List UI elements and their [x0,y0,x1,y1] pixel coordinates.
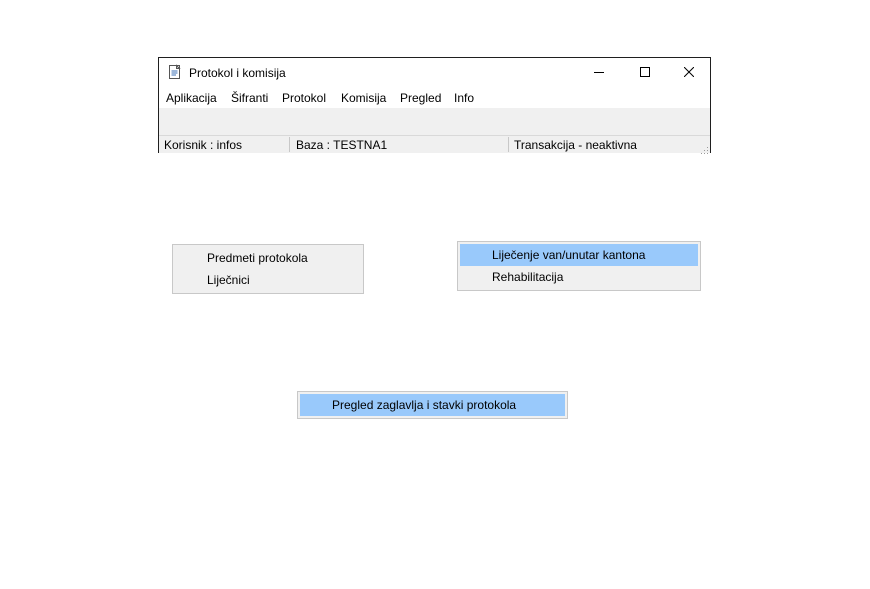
menu-komisija[interactable]: Komisija [341,91,386,105]
komisija-dropdown: Liječenje van/unutar kantona Rehabilitac… [457,241,701,291]
status-user: Korisnik : infos [164,138,243,152]
menu-bar: Aplikacija Šifranti Protokol Komisija Pr… [159,88,710,108]
minimize-button[interactable] [576,58,622,88]
app-icon [167,64,183,80]
status-divider [508,137,509,152]
menu-item-lijecnici[interactable]: Liječnici [175,269,361,291]
close-icon [683,66,695,80]
close-button[interactable] [666,58,712,88]
title-bar[interactable]: Protokol i komisija [159,58,710,88]
maximize-icon [640,66,650,80]
resize-grip-icon[interactable] [701,144,709,154]
menu-item-predmeti-protokola[interactable]: Predmeti protokola [175,247,361,269]
menu-protokol[interactable]: Protokol [282,91,326,105]
menu-item-lijecenje-van-unutar-kantona[interactable]: Liječenje van/unutar kantona [460,244,698,266]
pregled-dropdown: Pregled zaglavlja i stavki protokola [297,391,568,419]
status-transaction: Transakcija - neaktivna [514,138,637,152]
main-window: Protokol i komisija Aplikacija Šifranti … [158,57,711,154]
menu-aplikacija[interactable]: Aplikacija [166,91,217,105]
sifranti-dropdown: Predmeti protokola Liječnici [172,244,364,294]
menu-info[interactable]: Info [454,91,474,105]
window-title: Protokol i komisija [189,66,286,80]
maximize-button[interactable] [622,58,668,88]
minimize-icon [594,66,604,80]
client-area [159,108,710,135]
menu-item-rehabilitacija[interactable]: Rehabilitacija [460,266,698,288]
menu-sifranti[interactable]: Šifranti [231,91,268,105]
status-bar: Korisnik : infos Baza : TESTNA1 Transakc… [159,135,710,154]
status-database: Baza : TESTNA1 [296,138,388,152]
status-divider [289,137,290,152]
menu-item-pregled-zaglavlja[interactable]: Pregled zaglavlja i stavki protokola [300,394,565,416]
menu-pregled[interactable]: Pregled [400,91,441,105]
